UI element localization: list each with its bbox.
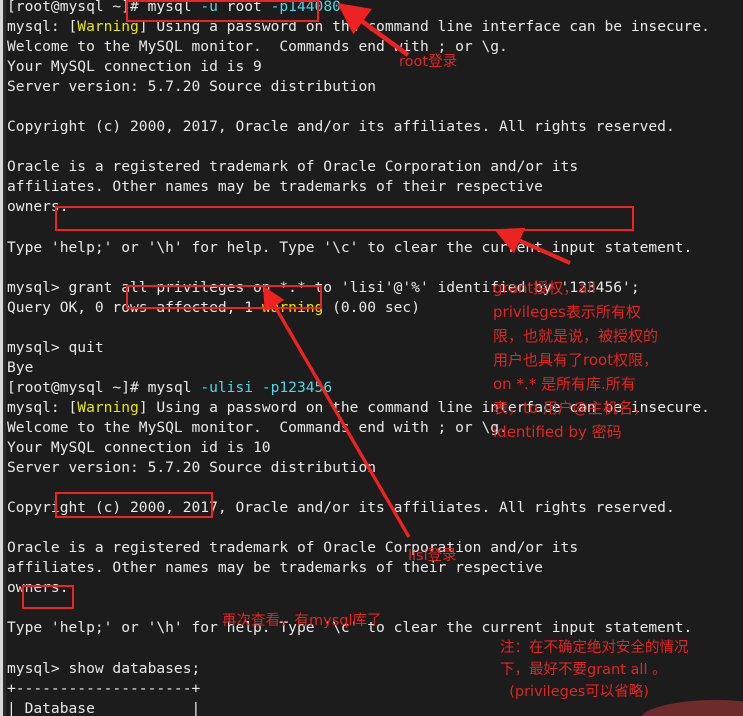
terminal-text: (0.00 sec)	[323, 298, 420, 316]
terminal-line: Server version: 5.7.20 Source distributi…	[7, 458, 743, 478]
terminal-line: mysql: [Warning] Using a password on the…	[7, 17, 743, 37]
terminal-text: ] Using a password on the command line i…	[138, 18, 710, 36]
terminal-line: [root@mysql ~]# mysql -u root -p144080	[7, 0, 743, 17]
terminal-line: Server version: 5.7.20 Source distributi…	[7, 77, 743, 97]
annotation-line: 注：在不确定绝对安全的情况	[500, 640, 689, 656]
terminal-text: Your MySQL connection id is 9	[7, 58, 262, 76]
annotation-line: 表，to 用户@主机名，	[493, 399, 648, 417]
terminal-line: Welcome to the MySQL monitor. Commands e…	[7, 37, 743, 57]
terminal-line: affiliates. Other names may be trademark…	[7, 177, 743, 197]
annotation-line: 限，也就是说，被授权的	[493, 327, 659, 345]
terminal-text: -p144080	[270, 0, 341, 15]
terminal-text: mysql> quit	[7, 338, 104, 356]
terminal-line: Type 'help;' or '\h' for help. Type '\c'…	[7, 238, 743, 258]
terminal-text: Server version: 5.7.20 Source distributi…	[7, 459, 377, 477]
terminal-text: mysql	[147, 378, 201, 396]
annotation-line: 用户也具有了root权限，	[493, 351, 659, 369]
terminal-text: mysql: [	[7, 398, 78, 416]
annotation-again-check: 再次查看，有mysql库了	[222, 613, 382, 629]
terminal-text: Oracle is a registered trademark of Orac…	[7, 539, 579, 557]
terminal-text: Server version: 5.7.20 Source distributi…	[7, 78, 377, 96]
terminal-line: owners.	[7, 197, 743, 217]
terminal-text: Warning	[77, 18, 139, 36]
terminal-screenshot: [root@mysql ~]# mysql -u root -p144080 my…	[0, 0, 743, 716]
annotation-lisi-login: lisi登录	[408, 548, 457, 564]
terminal-text: Type 'help;' or '\h' for help. Type '\c'…	[7, 238, 693, 256]
terminal-text: Bye	[7, 358, 34, 376]
terminal-text: root	[226, 0, 271, 15]
annotation-line: on *.* 是所有库.所有	[493, 375, 636, 393]
terminal-line: Oracle is a registered trademark of Orac…	[7, 538, 743, 558]
terminal-line: affiliates. Other names may be trademark…	[7, 558, 743, 578]
terminal-text: mysql	[147, 0, 201, 15]
terminal-line: Copyright (c) 2000, 2017, Oracle and/or …	[7, 117, 743, 137]
terminal-text: mysql: [	[7, 18, 78, 36]
terminal-line: Oracle is a registered trademark of Orac…	[7, 157, 743, 177]
terminal-text: [root@mysql ~]#	[7, 378, 148, 396]
terminal-text: mysql> show databases;	[7, 659, 201, 677]
terminal-text: Your MySQL connection id is 10	[7, 439, 271, 457]
terminal-text: Warning	[77, 398, 139, 416]
terminal-text: +--------------------+	[7, 679, 201, 697]
terminal-text: Query OK, 0 rows affected, 1	[7, 298, 262, 316]
annotation-caution: 注：在不确定绝对安全的情况 下，最好不要grant all 。 (privileg…	[500, 637, 689, 703]
terminal-text: -u	[200, 0, 227, 15]
terminal-text: [root@mysql ~]#	[7, 0, 148, 15]
terminal-line: Your MySQL connection id is 9	[7, 57, 743, 77]
terminal-text: owners.	[7, 198, 69, 216]
annotation-line: (privileges可以省略)	[500, 684, 649, 700]
terminal-text: affiliates. Other names may be trademark…	[7, 559, 543, 577]
window-left-border-inner	[3, 0, 6, 716]
terminal-text: -ulisi	[200, 378, 262, 396]
terminal-line: Copyright (c) 2000, 2017, Oracle and/or …	[7, 498, 743, 518]
terminal-text: owners.	[7, 579, 69, 597]
terminal-line: owners.	[7, 578, 743, 598]
annotation-grant-note: grant授权，all privileges表示所有权 限，也就是说，被授权的 用户也…	[493, 276, 658, 444]
terminal-text: -p123456	[261, 378, 333, 396]
annotation-line: grant授权，all	[493, 279, 596, 297]
terminal-text: Copyright (c) 2000, 2017, Oracle and/or …	[7, 118, 675, 136]
annotation-line: privileges表示所有权	[493, 303, 641, 321]
terminal-text: Copyright (c) 2000, 2017, Oracle and/or …	[7, 499, 675, 517]
terminal-text: affiliates. Other names may be trademark…	[7, 178, 543, 196]
terminal-text: Oracle is a registered trademark of Orac…	[7, 158, 579, 176]
annotation-root-login: root登录	[399, 54, 458, 70]
annotation-line: 下，最好不要grant all 。	[500, 662, 667, 678]
terminal-text: warning	[261, 298, 324, 316]
annotation-line: identified by 密码	[493, 423, 622, 441]
terminal-text: | Database |	[7, 699, 201, 716]
terminal-text: Welcome to the MySQL monitor. Commands e…	[7, 418, 508, 436]
